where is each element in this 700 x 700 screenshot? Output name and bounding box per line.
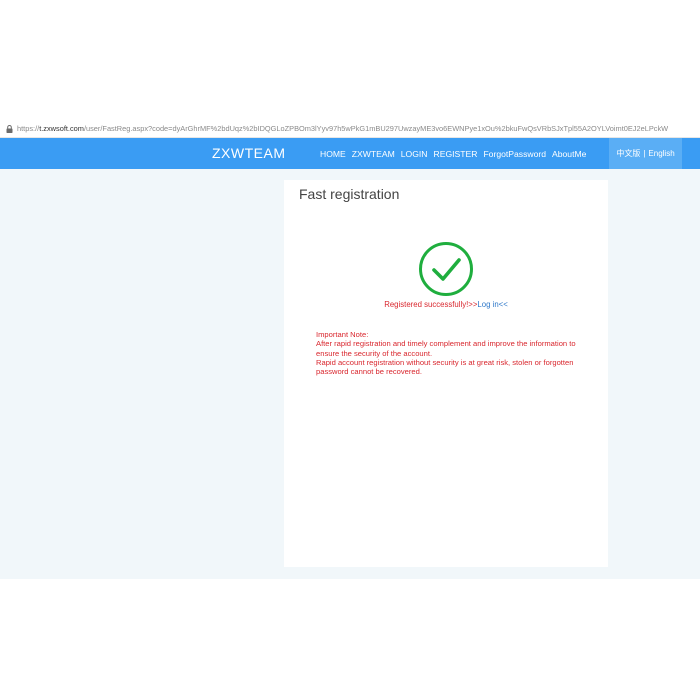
lang-chinese-link[interactable]: 中文版 [616, 148, 640, 159]
note-line-1: After rapid registration and timely comp… [316, 339, 576, 358]
success-message: Registered successfully!>>Log in<< [284, 300, 608, 309]
important-note: Important Note: After rapid registration… [316, 330, 586, 376]
nav-zxwteam[interactable]: ZXWTEAM [352, 149, 395, 159]
nav-links: HOME ZXWTEAM LOGIN REGISTER ForgotPasswo… [320, 138, 592, 169]
address-url[interactable]: https://t.zxwsoft.com/user/FastReg.aspx?… [17, 124, 700, 133]
top-navbar: ZXWTEAM HOME ZXWTEAM LOGIN REGISTER Forg… [0, 138, 700, 169]
url-path: /user/FastReg.aspx?code=dyArGhrMF%2bdUqz… [83, 124, 669, 133]
lang-english-link[interactable]: English [648, 149, 674, 158]
lang-separator: | [643, 149, 646, 158]
language-switcher: 中文版 | English [609, 138, 682, 169]
note-title: Important Note: [316, 330, 369, 339]
browser-address-bar[interactable]: https://t.zxwsoft.com/user/FastReg.aspx?… [0, 120, 700, 138]
nav-home[interactable]: HOME [320, 149, 346, 159]
nav-login[interactable]: LOGIN [401, 149, 428, 159]
nav-about-me[interactable]: AboutMe [552, 149, 586, 159]
nav-forgot-password[interactable]: ForgotPassword [483, 149, 546, 159]
url-host: t.zxwsoft.com [39, 124, 84, 133]
login-link[interactable]: Log in<< [477, 300, 507, 309]
registration-card: Fast registration Registered successfull… [284, 180, 608, 567]
nav-register[interactable]: REGISTER [434, 149, 478, 159]
url-scheme: https:// [17, 124, 40, 133]
lock-icon [6, 124, 13, 133]
success-text: Registered successfully!>> [384, 300, 478, 309]
card-title: Fast registration [299, 186, 400, 202]
brand-logo[interactable]: ZXWTEAM [212, 145, 286, 161]
check-circle-icon [419, 242, 473, 296]
note-line-2: Rapid account registration without secur… [316, 357, 574, 377]
